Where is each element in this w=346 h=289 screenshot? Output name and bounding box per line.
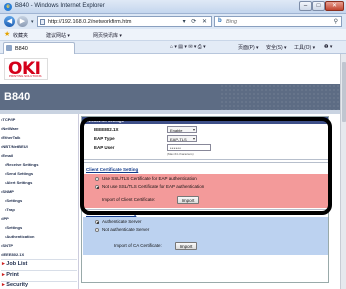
search-icon[interactable]: ⚲ <box>334 18 338 25</box>
model-name: B840 <box>4 91 31 103</box>
close-button[interactable]: ✕ <box>325 1 344 11</box>
model-banner: B840 <box>0 84 340 110</box>
tab-label: B840 <box>15 46 28 52</box>
not-authenticate-server-label[interactable]: Not authenticate Server <box>102 227 149 232</box>
favorites-button[interactable]: 收藏夹 <box>13 32 28 39</box>
window-title: B840 - Windows Internet Explorer <box>15 3 105 9</box>
help-menu[interactable]: ❷ ▾ <box>324 44 332 50</box>
sidebar-divider <box>1 259 77 260</box>
sidebar-item-print[interactable]: ▸ Print <box>2 272 19 278</box>
sidebar-item-label: Security <box>6 282 29 288</box>
sidebar-item-ipp-settings[interactable]: •Settings <box>5 225 22 230</box>
arrow-right-icon: ▸ <box>2 261 5 267</box>
address-url[interactable]: http://192.168.0.2/networkfirm.htm <box>48 19 131 25</box>
search-placeholder[interactable]: Bing <box>226 19 237 25</box>
page-menu[interactable]: 页面(P) ▾ <box>238 44 259 51</box>
sidebar-item-email[interactable]: •Email <box>1 153 13 158</box>
address-field[interactable]: http://192.168.0.2/networkfirm.htm ▾ ⟳ ✕ <box>37 16 212 27</box>
suggested-sites-link[interactable]: 建议网站 ▾ <box>46 32 70 39</box>
sidebar-item-label: Print <box>6 272 19 278</box>
bing-icon: b <box>218 18 222 24</box>
not-authenticate-server-radio[interactable] <box>95 228 99 232</box>
sidebar-item-send-settings[interactable]: •Send Settings <box>5 171 33 176</box>
sidebar-item-security[interactable]: ▸ Security <box>2 282 28 288</box>
sidebar-item-ipp[interactable]: •IPP <box>1 216 9 221</box>
authenticate-server-radio[interactable] <box>95 220 99 224</box>
star-icon[interactable]: ★ <box>4 30 10 38</box>
window-titlebar: e B840 - Windows Internet Explorer – □ ✕ <box>0 0 346 14</box>
favorites-bar: ★ 收藏夹 建议网站 ▾ 网页快讯库 ▾ <box>0 29 346 41</box>
maximize-button[interactable]: □ <box>312 1 325 11</box>
import-ca-cert-button[interactable]: Import <box>175 242 197 250</box>
ca-certification-section: Authenticate Server Not authenticate Ser… <box>83 217 328 255</box>
sidebar-item-nbt-netbeui[interactable]: •NBT/NetBEUI <box>1 144 28 149</box>
sidebar-item-tcpip[interactable]: •TCP/IP <box>1 117 15 122</box>
arrow-right-icon: ▸ <box>2 282 5 288</box>
sidebar-item-receive-settings[interactable]: •Receive Settings <box>5 162 38 167</box>
address-controls[interactable]: ▾ ⟳ ✕ <box>183 18 209 25</box>
sidebar-item-label: Job List <box>6 261 28 267</box>
search-field[interactable]: b Bing ⚲ <box>214 16 342 27</box>
vertical-scrollbar[interactable] <box>340 54 346 289</box>
tools-menu[interactable]: 工具(O) ▾ <box>294 44 315 51</box>
sidebar-item-trap[interactable]: •Trap <box>5 207 15 212</box>
sidebar-divider <box>1 270 77 271</box>
sidebar-item-ieee8021x[interactable]: •IEEE802.1X <box>1 252 24 257</box>
logo-subtext: PRINTING SOLUTIONS <box>9 74 42 78</box>
scrollbar-thumb[interactable] <box>342 62 346 122</box>
tab-b840[interactable]: B840 <box>3 42 75 54</box>
sidebar-item-snmp[interactable]: •SNMP <box>1 189 14 194</box>
page-icon <box>40 19 45 25</box>
sidebar-item-authentication[interactable]: •Authentication <box>5 234 34 239</box>
command-icons[interactable]: ⌂ ▾ ▤ ▾ ✉ ▾ ⎙ ▾ <box>170 44 206 50</box>
sidebar-item-ethertalk[interactable]: •EtherTalk <box>1 135 20 140</box>
back-button[interactable]: ◀ <box>4 16 15 27</box>
oki-logo: OKI PRINTING SOLUTIONS <box>4 58 48 80</box>
address-toolbar: ◀ ▶ ▾ http://192.168.0.2/networkfirm.htm… <box>0 14 346 29</box>
tab-command-bar: B840 ⌂ ▾ ▤ ▾ ✉ ▾ ⎙ ▾ 页面(P) ▾ 安全(S) ▾ 工具(… <box>0 41 346 54</box>
sidebar-item-sntp[interactable]: •SNTP <box>1 243 13 248</box>
highlight-callout <box>80 117 332 215</box>
sidebar-item-netware[interactable]: •NetWare <box>1 126 18 131</box>
import-ca-cert-label: Import of CA Certificate: <box>114 243 162 248</box>
web-slice-gallery-link[interactable]: 网页快讯库 ▾ <box>93 32 122 39</box>
page-icon <box>6 45 12 51</box>
authenticate-server-label[interactable]: Authenticate Server <box>102 219 142 224</box>
minimize-button[interactable]: – <box>299 1 312 11</box>
forward-button[interactable]: ▶ <box>17 16 28 27</box>
arrow-right-icon: ▸ <box>2 272 5 278</box>
sidebar-item-snmp-settings[interactable]: •Settings <box>5 198 22 203</box>
safety-menu[interactable]: 安全(S) ▾ <box>266 44 287 51</box>
sidebar: •TCP/IP •NetWare •EtherTalk •NBT/NetBEUI… <box>0 114 79 289</box>
sidebar-item-alert-settings[interactable]: •Alert Settings <box>5 180 32 185</box>
history-dropdown-icon[interactable]: ▾ <box>31 19 34 25</box>
internet-explorer-icon: e <box>4 3 12 11</box>
button-label: Import <box>179 244 193 249</box>
sidebar-item-job-list[interactable]: ▸ Job List <box>2 261 27 267</box>
